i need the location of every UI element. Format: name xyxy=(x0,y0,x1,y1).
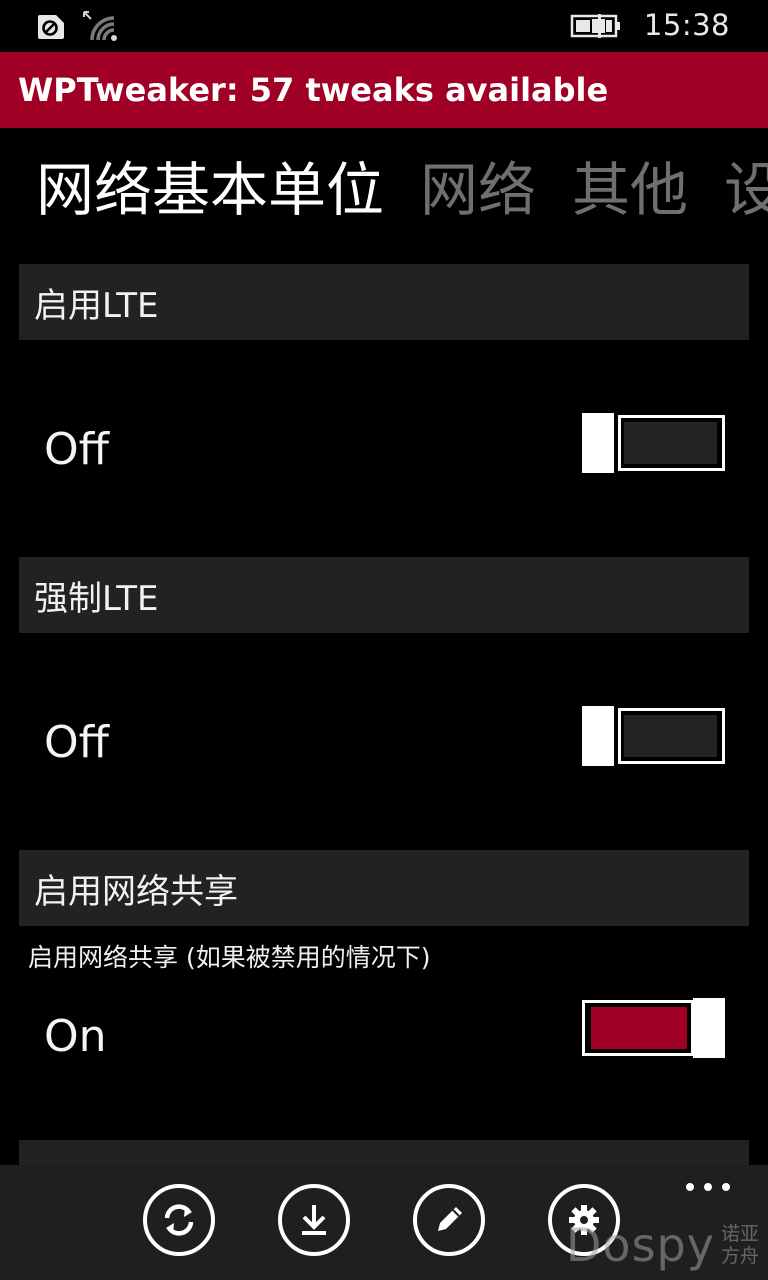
section-title: 启用LTE xyxy=(34,285,159,326)
status-right: 15:38 xyxy=(570,8,730,42)
pivot-item-network[interactable]: 网络 xyxy=(420,150,536,230)
section-header-force-lte: 强制LTE xyxy=(19,557,749,633)
toggle-fill xyxy=(624,422,717,464)
section-header-enable-tethering: 启用网络共享 xyxy=(19,850,749,926)
pivot-item-other[interactable]: 其他 xyxy=(572,150,688,230)
toggle-state-label: Off xyxy=(44,424,109,475)
status-bar: 15:38 xyxy=(0,0,768,52)
sim-icon xyxy=(36,11,68,41)
pivot-item-settings[interactable]: 设 xyxy=(724,150,768,230)
edit-icon xyxy=(429,1200,469,1240)
pivot-item-network-basic[interactable]: 网络基本单位 xyxy=(36,150,384,230)
edit-button[interactable] xyxy=(413,1184,485,1256)
refresh-button[interactable] xyxy=(143,1184,215,1256)
download-icon xyxy=(294,1200,334,1240)
toggle-thumb[interactable] xyxy=(693,998,725,1058)
setting-description: 启用网络共享 (如果被禁用的情况下) xyxy=(28,943,431,972)
clock: 15:38 xyxy=(643,8,730,42)
pivot-header: 网络基本单位 网络 其他设 xyxy=(36,150,768,230)
toggle-thumb[interactable] xyxy=(582,706,614,766)
wifi-signal-icon xyxy=(82,10,122,42)
more-dots-icon[interactable] xyxy=(686,1181,730,1193)
tweaks-banner: WPTweaker: 57 tweaks available xyxy=(0,52,768,128)
settings-gear-icon xyxy=(566,1202,602,1238)
settings-button[interactable] xyxy=(548,1184,620,1256)
toggle-thumb[interactable] xyxy=(582,413,614,473)
toggle-state-label: Off xyxy=(44,717,109,768)
toggle-fill xyxy=(591,1007,687,1049)
enable-lte-toggle[interactable] xyxy=(582,413,725,473)
refresh-icon xyxy=(159,1200,199,1240)
section-title: 强制LTE xyxy=(34,578,159,619)
battery-charging-icon xyxy=(570,11,622,39)
toggle-fill xyxy=(624,715,717,757)
section-header-enable-lte: 启用LTE xyxy=(19,264,749,340)
section-title: 启用网络共享 xyxy=(34,871,238,912)
toggle-state-label: On xyxy=(44,1011,107,1062)
banner-text: WPTweaker: 57 tweaks available xyxy=(18,71,609,109)
status-left xyxy=(36,10,122,42)
app-bar xyxy=(0,1165,768,1280)
force-lte-toggle[interactable] xyxy=(582,706,725,766)
enable-tethering-toggle[interactable] xyxy=(582,998,725,1058)
download-button[interactable] xyxy=(278,1184,350,1256)
